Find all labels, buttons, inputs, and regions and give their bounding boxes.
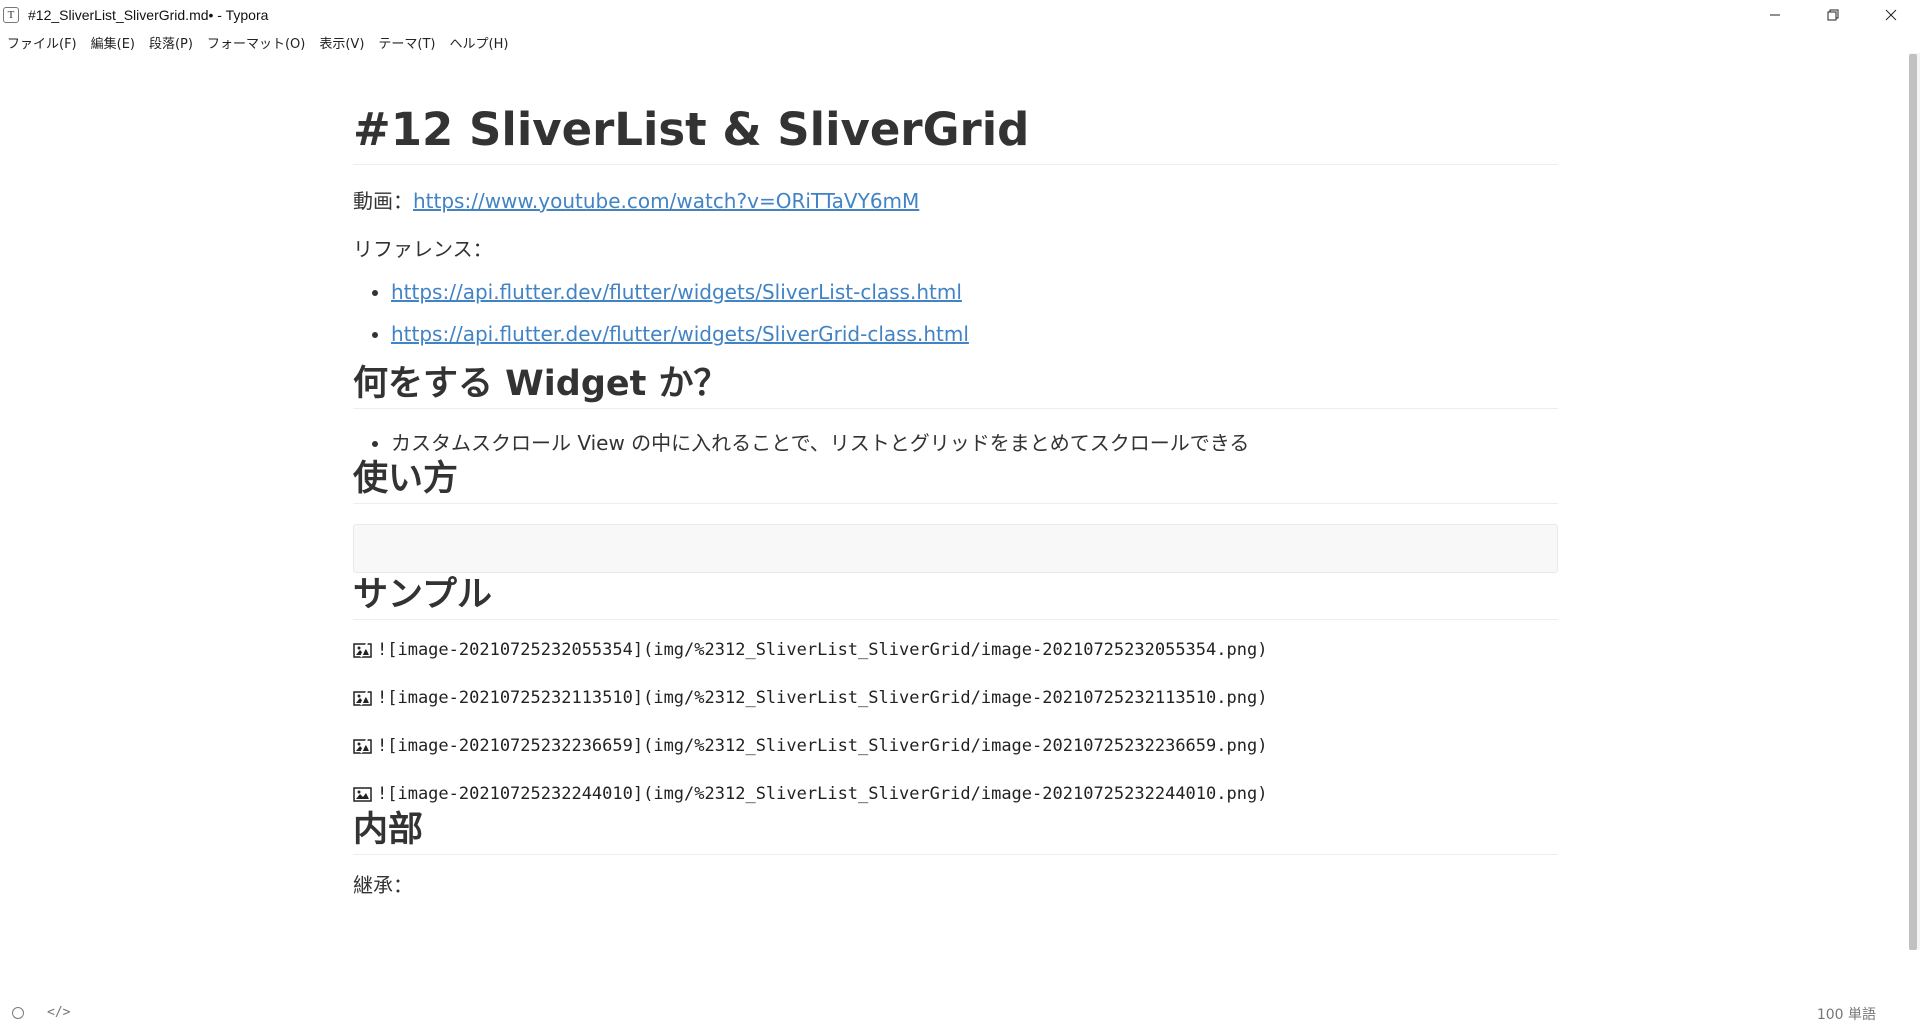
code-block[interactable] — [353, 524, 1558, 573]
restore-icon — [1827, 9, 1839, 21]
typora-app-icon: T — [3, 7, 19, 23]
inherit-label: 継承： — [353, 873, 413, 897]
list-item: カスタムスクロール View の中に入れることで、リストとグリッドをまとめてスク… — [391, 429, 1558, 457]
status-bar — [0, 1000, 1920, 1030]
video-label: 動画： — [353, 189, 413, 213]
image-markdown-text: ![image-20210725232244010](img/%2312_Sli… — [377, 784, 1268, 804]
restore-button[interactable] — [1804, 0, 1862, 30]
image-reference[interactable]: ![image-20210725232236659](img/%2312_Sli… — [353, 732, 1558, 760]
image-markdown-text: ![image-20210725232236659](img/%2312_Sli… — [377, 736, 1268, 756]
video-paragraph: 動画：https://www.youtube.com/watch?v=ORiTT… — [353, 187, 1558, 215]
image-markdown-text: ![image-20210725232113510](img/%2312_Sli… — [377, 688, 1268, 708]
minimize-icon — [1770, 14, 1780, 16]
menu-paragraph[interactable]: 段落(P) — [142, 33, 200, 52]
image-icon — [353, 787, 372, 802]
list-item: https://api.flutter.dev/flutter/widgets/… — [391, 320, 1558, 348]
reference-link-sliverlist[interactable]: https://api.flutter.dev/flutter/widgets/… — [391, 280, 962, 304]
editor-content[interactable]: #12 SliverList & SliverGrid 動画：https://w… — [353, 100, 1558, 899]
what-list: カスタムスクロール View の中に入れることで、リストとグリッドをまとめてスク… — [353, 429, 1558, 457]
image-reference[interactable]: ![image-20210725232055354](img/%2312_Sli… — [353, 636, 1558, 664]
menu-bar: ファイル(F) 編集(E) 段落(P) フォーマット(O) 表示(V) テーマ(… — [0, 31, 515, 53]
word-count[interactable]: 100 単語 — [1817, 1004, 1876, 1024]
menu-edit[interactable]: 編集(E) — [84, 33, 142, 52]
menu-format[interactable]: フォーマット(O) — [200, 33, 312, 52]
list-item: https://api.flutter.dev/flutter/widgets/… — [391, 278, 1558, 306]
heading-sample: サンプル — [353, 573, 1558, 620]
outline-toggle-icon[interactable] — [12, 1007, 24, 1019]
menu-file[interactable]: ファイル(F) — [0, 33, 84, 52]
title-bar: T #12_SliverList_SliverGrid.md• - Typora — [0, 0, 1920, 30]
menu-theme[interactable]: テーマ(T) — [371, 33, 442, 52]
heading-what: 何をする Widget か？ — [353, 362, 1558, 409]
image-markdown-text: ![image-20210725232055354](img/%2312_Sli… — [377, 640, 1268, 660]
reference-list: https://api.flutter.dev/flutter/widgets/… — [353, 278, 1558, 348]
image-references: ![image-20210725232055354](img/%2312_Sli… — [353, 636, 1558, 808]
close-icon — [1885, 9, 1897, 21]
scrollbar-thumb[interactable] — [1909, 54, 1917, 950]
image-reference[interactable]: ![image-20210725232113510](img/%2312_Sli… — [353, 684, 1558, 712]
broken-image-icon — [353, 690, 372, 706]
heading-usage: 使い方 — [353, 457, 1558, 504]
source-mode-icon[interactable]: </> — [47, 1005, 70, 1020]
close-button[interactable] — [1862, 0, 1920, 30]
window-controls — [1746, 0, 1920, 30]
window-title: #12_SliverList_SliverGrid.md• - Typora — [28, 7, 269, 23]
menu-help[interactable]: ヘルプ(H) — [443, 33, 516, 52]
menu-view[interactable]: 表示(V) — [312, 33, 371, 52]
image-reference[interactable]: ![image-20210725232244010](img/%2312_Sli… — [353, 780, 1558, 808]
reference-label: リファレンス： — [353, 237, 493, 261]
broken-image-icon — [353, 642, 372, 658]
video-link[interactable]: https://www.youtube.com/watch?v=ORiTTaVY… — [413, 189, 919, 213]
minimize-button[interactable] — [1746, 0, 1804, 30]
reference-link-slivergrid[interactable]: https://api.flutter.dev/flutter/widgets/… — [391, 322, 969, 346]
heading-inner: 内部 — [353, 808, 1558, 855]
document-title: #12 SliverList & SliverGrid — [353, 100, 1558, 165]
broken-image-icon — [353, 738, 372, 754]
